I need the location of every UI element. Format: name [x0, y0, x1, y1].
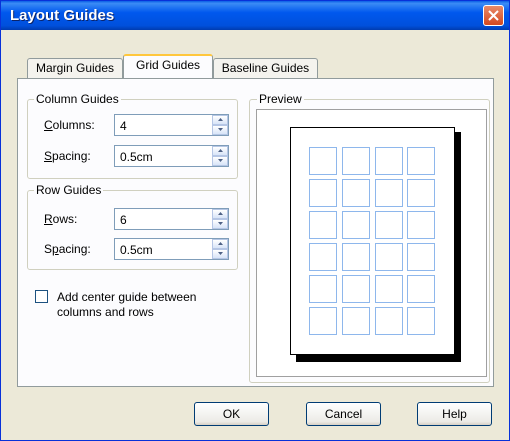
column-guides-group	[27, 99, 238, 179]
tab-label: Baseline Guides	[221, 61, 310, 75]
rows-up-button[interactable]	[212, 209, 228, 219]
center-guide-checkbox[interactable]	[35, 290, 48, 303]
arrow-up-icon	[218, 242, 223, 245]
ok-label: OK	[222, 407, 241, 421]
tab-grid-guides[interactable]: Grid Guides	[123, 54, 213, 78]
help-label: Help	[442, 407, 467, 421]
tab-baseline-guides[interactable]: Baseline Guides	[213, 58, 318, 78]
center-guide-label-line1: Add center guide between	[57, 290, 197, 304]
row-spacing-down-button[interactable]	[212, 249, 228, 259]
row-spacing-stepper[interactable]: 0.5cm	[114, 238, 229, 260]
columns-label: Columns:	[44, 118, 95, 132]
row-spacing-value: 0.5cm	[120, 243, 153, 257]
tab-margin-guides[interactable]: Margin Guides	[27, 58, 123, 78]
ok-button[interactable]: OK	[194, 402, 269, 426]
columns-down-button[interactable]	[212, 125, 228, 135]
column-spacing-up-button[interactable]	[212, 146, 228, 156]
column-spacing-label: Spacing:	[44, 149, 91, 163]
columns-up-button[interactable]	[212, 115, 228, 125]
cancel-label: Cancel	[324, 407, 363, 421]
center-guide-label-line2: columns and rows	[57, 305, 154, 319]
dialog-title: Layout Guides	[10, 7, 115, 24]
rows-value: 6	[120, 213, 127, 227]
arrow-up-icon	[218, 118, 223, 121]
help-button[interactable]: Help	[417, 402, 492, 426]
layout-guides-dialog: Layout Guides Margin Guides Grid Guides …	[0, 0, 510, 441]
column-spacing-down-button[interactable]	[212, 156, 228, 166]
columns-stepper[interactable]: 4	[114, 114, 229, 136]
columns-value: 4	[120, 119, 127, 133]
arrow-up-icon	[218, 149, 223, 152]
preview-title: Preview	[257, 92, 304, 106]
close-button[interactable]	[483, 5, 504, 26]
tab-label: Grid Guides	[135, 58, 201, 72]
arrow-down-icon	[218, 222, 223, 225]
arrow-down-icon	[218, 252, 223, 255]
arrow-down-icon	[218, 159, 223, 162]
preview-grid	[309, 147, 435, 335]
tab-label: Margin Guides	[35, 61, 115, 75]
rows-label: Rows:	[44, 212, 78, 226]
arrow-down-icon	[218, 128, 223, 131]
rows-stepper[interactable]: 6	[114, 208, 229, 230]
column-spacing-stepper[interactable]: 0.5cm	[114, 145, 229, 167]
column-guides-title: Column Guides	[34, 92, 121, 106]
column-spacing-value: 0.5cm	[120, 150, 153, 164]
row-guides-title: Row Guides	[34, 183, 104, 197]
arrow-up-icon	[218, 212, 223, 215]
row-spacing-label: Spacing:	[44, 242, 91, 256]
cancel-button[interactable]: Cancel	[306, 402, 381, 426]
title-bar[interactable]: Layout Guides	[1, 1, 509, 30]
row-spacing-up-button[interactable]	[212, 239, 228, 249]
rows-down-button[interactable]	[212, 219, 228, 229]
close-icon	[488, 10, 499, 21]
